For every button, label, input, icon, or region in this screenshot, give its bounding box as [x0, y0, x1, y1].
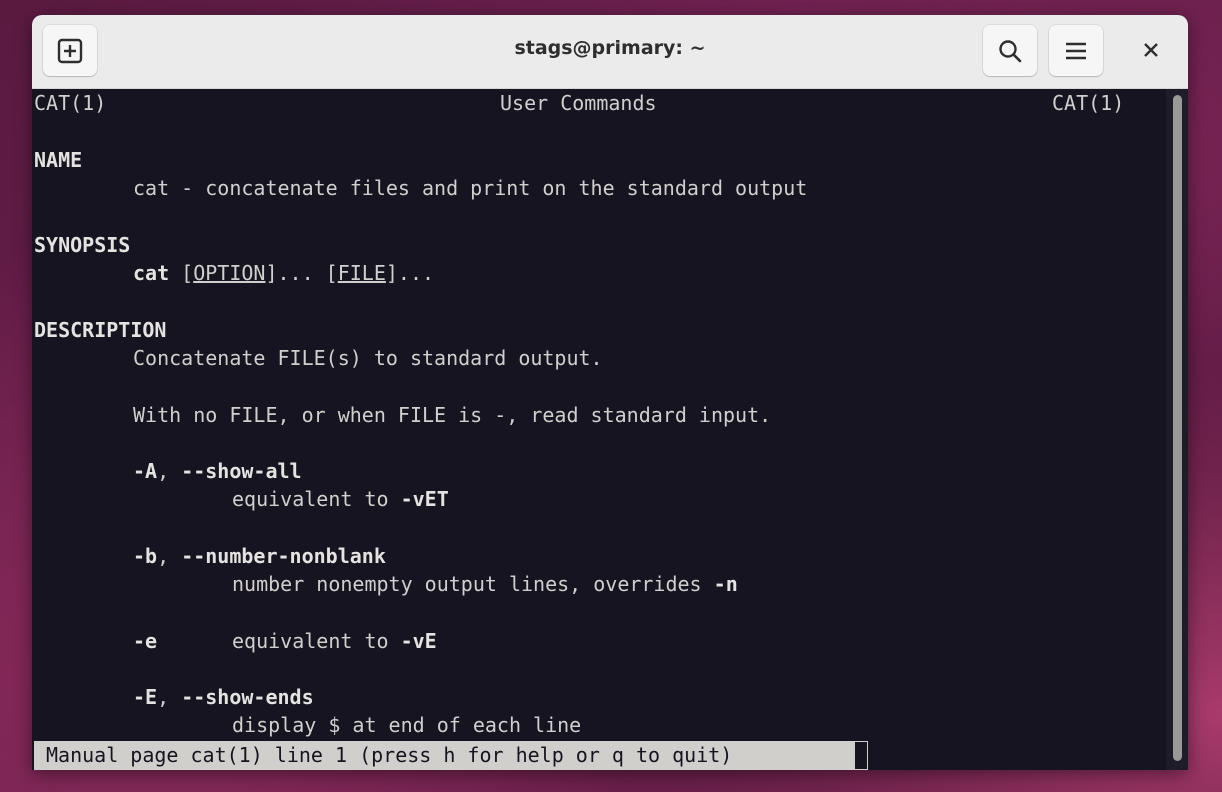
option-A-desc-text: equivalent to	[232, 487, 389, 511]
option-A-description: equivalent to -vET	[232, 485, 449, 513]
terminal-output[interactable]: CAT(1) User Commands CAT(1) NAME cat - c…	[32, 89, 1166, 770]
description-line-1: Concatenate FILE(s) to standard output.	[133, 346, 603, 370]
option-E-description: display $ at end of each line	[232, 713, 582, 737]
pager-status-bar: Manual page cat(1) line 1 (press h for h…	[34, 741, 868, 770]
option-b-description: number nonempty output lines, overrides …	[232, 570, 738, 598]
scrollbar-thumb[interactable]	[1173, 95, 1182, 761]
close-icon	[1143, 42, 1159, 62]
option-E-short: -E	[133, 685, 158, 709]
option-e-desc-text: equivalent to	[232, 629, 389, 653]
synopsis-file: FILE	[337, 261, 386, 285]
option-b-desc-text: number nonempty output lines, overrides	[232, 572, 702, 596]
hamburger-menu-icon	[1063, 38, 1089, 64]
option-b-ref: -n	[713, 572, 738, 596]
title-bar: stags@primary: ~	[32, 15, 1188, 89]
description-line-2: With no FILE, or when FILE is -, read st…	[133, 403, 772, 427]
option-b-flags: -b, --number-nonblank	[133, 544, 386, 568]
option-E-long: --show-ends	[181, 685, 314, 709]
synopsis-command: cat	[133, 261, 170, 285]
option-e-flags: -e	[133, 629, 158, 653]
option-b-short: -b	[133, 544, 158, 568]
option-e-ref: -vE	[400, 629, 437, 653]
option-A-ref: -vET	[400, 487, 449, 511]
menu-button[interactable]	[1049, 25, 1103, 76]
name-text: cat - concatenate files and print on the…	[133, 176, 808, 200]
close-button[interactable]	[1132, 37, 1170, 67]
terminal-window: stags@primary: ~ CAT(1) User Commands CA…	[32, 15, 1188, 770]
name-heading: NAME	[34, 148, 83, 172]
option-A-long: --show-all	[181, 459, 302, 483]
scrollbar[interactable]	[1166, 89, 1188, 770]
man-header-left: CAT(1)	[34, 91, 107, 115]
synopsis-heading: SYNOPSIS	[34, 233, 131, 257]
man-header-center: User Commands	[500, 91, 657, 115]
search-icon	[997, 38, 1023, 64]
search-button[interactable]	[983, 25, 1037, 76]
description-heading: DESCRIPTION	[34, 318, 167, 342]
option-e-description: equivalent to -vE	[232, 627, 437, 655]
synopsis-line: cat [OPTION]... [FILE]...	[133, 261, 435, 285]
option-b-long: --number-nonblank	[181, 544, 386, 568]
text-cursor	[854, 741, 868, 770]
option-A-short: -A	[133, 459, 158, 483]
option-A-flags: -A, --show-all	[133, 459, 302, 483]
option-E-flags: -E, --show-ends	[133, 685, 314, 709]
man-header-right: CAT(1)	[1052, 91, 1125, 115]
synopsis-option: OPTION	[193, 261, 266, 285]
